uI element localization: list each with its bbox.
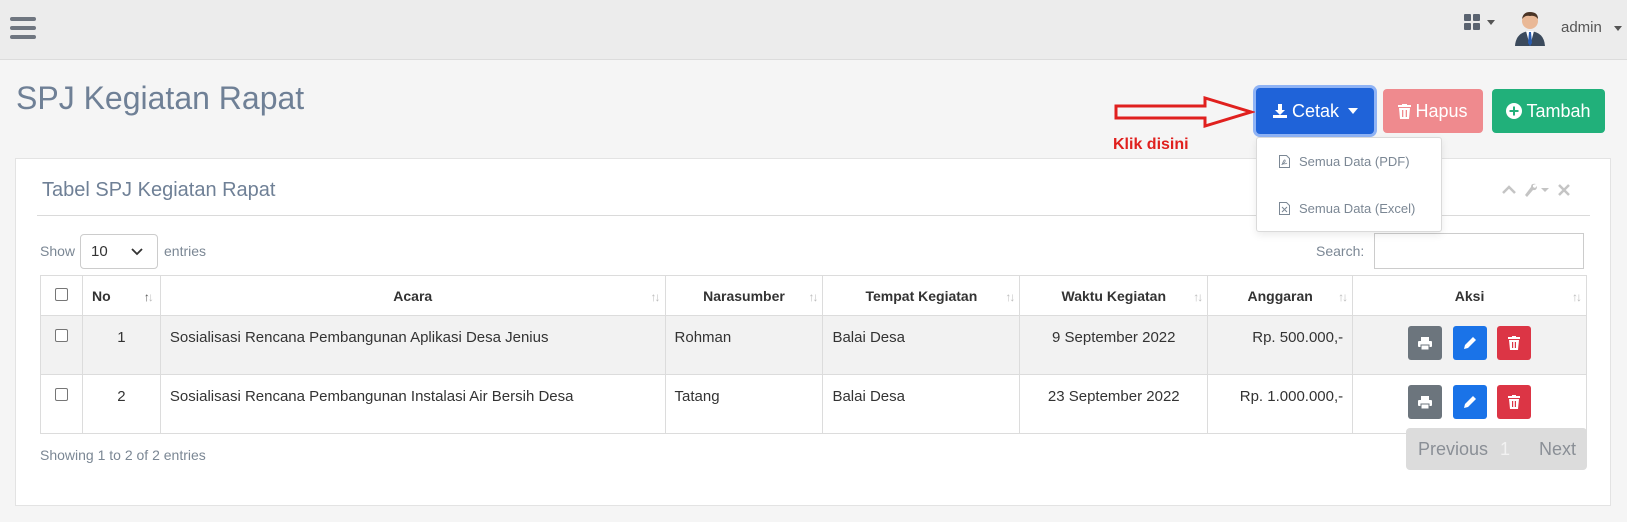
sort-icon: ↑↓ bbox=[808, 290, 818, 304]
edit-button[interactable] bbox=[1452, 385, 1487, 419]
sort-icon: ↑↓ bbox=[1193, 290, 1203, 304]
row-checkbox-cell bbox=[40, 374, 83, 434]
apps-menu-toggle[interactable] bbox=[1464, 14, 1500, 34]
print-icon bbox=[1418, 395, 1433, 409]
file-excel-icon bbox=[1279, 201, 1290, 215]
select-all-header bbox=[40, 275, 83, 316]
download-icon bbox=[1272, 103, 1288, 119]
chevron-down-icon bbox=[1614, 26, 1622, 31]
wrench-icon[interactable] bbox=[1524, 182, 1550, 198]
cell-acara: Sosialisasi Rencana Pembangunan Instalas… bbox=[159, 374, 666, 434]
pagination-previous[interactable]: Previous bbox=[1418, 439, 1488, 460]
row-checkbox[interactable] bbox=[54, 329, 68, 342]
hapus-button[interactable]: Hapus bbox=[1383, 89, 1483, 133]
pagination-next[interactable]: Next bbox=[1539, 439, 1576, 460]
cell-no: 2 bbox=[81, 374, 161, 434]
user-name: admin bbox=[1561, 19, 1602, 36]
top-navbar: admin bbox=[0, 0, 1627, 60]
dropdown-item-label: Semua Data (Excel) bbox=[1299, 200, 1416, 216]
cetak-button[interactable]: Cetak bbox=[1256, 88, 1374, 134]
print-icon bbox=[1418, 336, 1433, 350]
annotation-text: Klik disini bbox=[1113, 136, 1189, 153]
delete-button[interactable] bbox=[1496, 385, 1531, 419]
column-header-acara[interactable]: Acara ↑↓ bbox=[159, 275, 666, 316]
row-checkbox[interactable] bbox=[54, 388, 68, 401]
delete-button[interactable] bbox=[1496, 326, 1531, 360]
column-header-narasumber[interactable]: Narasumber ↑↓ bbox=[664, 275, 824, 316]
column-header-aksi[interactable]: Aksi ↑↓ bbox=[1352, 275, 1587, 316]
table-row: 2 Sosialisasi Rencana Pembangunan Instal… bbox=[40, 374, 1587, 434]
trash-icon bbox=[1507, 336, 1520, 350]
table-row: 1 Sosialisasi Rencana Pembangunan Aplika… bbox=[40, 315, 1587, 375]
cell-narasumber: Rohman bbox=[664, 315, 824, 375]
sort-asc-icon: ↑↓ bbox=[143, 290, 154, 304]
select-all-checkbox[interactable] bbox=[54, 287, 68, 301]
page-title: SPJ Kegiatan Rapat bbox=[16, 80, 305, 116]
column-header-tempat[interactable]: Tempat Kegiatan ↑↓ bbox=[822, 275, 1021, 316]
pagination-page[interactable]: 1 bbox=[1500, 439, 1510, 460]
row-checkbox-cell bbox=[40, 315, 83, 375]
pencil-icon bbox=[1463, 396, 1476, 408]
trash-icon bbox=[1398, 103, 1412, 119]
red-arrow-annotation-icon bbox=[1114, 95, 1255, 129]
column-header-waktu[interactable]: Waktu Kegiatan ↑↓ bbox=[1019, 275, 1209, 316]
hapus-label: Hapus bbox=[1415, 100, 1468, 121]
show-label: Show bbox=[40, 243, 76, 259]
search-input[interactable] bbox=[1374, 233, 1584, 269]
pencil-icon bbox=[1463, 337, 1476, 349]
dropdown-item-excel[interactable]: Semua Data (Excel) bbox=[1257, 191, 1441, 225]
print-button[interactable] bbox=[1408, 326, 1443, 360]
apps-grid-icon bbox=[1464, 14, 1480, 30]
page-length-value: 10 bbox=[91, 243, 108, 260]
cetak-dropdown-menu: Semua Data (PDF) Semua Data (Excel) bbox=[1256, 137, 1442, 232]
pagination: Previous 1 Next bbox=[1406, 428, 1587, 470]
sort-icon: ↑↓ bbox=[1005, 290, 1015, 304]
chevron-down-icon bbox=[131, 248, 143, 256]
sort-icon: ↑↓ bbox=[1572, 290, 1582, 304]
table-header-row: No ↑↓ Acara ↑↓ Narasumber ↑↓ Tempat Kegiata… bbox=[40, 275, 1587, 316]
entries-label: entries bbox=[164, 243, 207, 259]
tambah-button[interactable]: Tambah bbox=[1492, 89, 1605, 133]
cell-narasumber: Tatang bbox=[664, 374, 824, 434]
cell-anggaran: Rp. 1.000.000,- bbox=[1207, 374, 1354, 434]
cell-anggaran: Rp. 500.000,- bbox=[1207, 315, 1354, 375]
cell-waktu: 9 September 2022 bbox=[1019, 315, 1209, 375]
spj-table: No ↑↓ Acara ↑↓ Narasumber ↑↓ Tempat Kegiata… bbox=[40, 275, 1587, 434]
dropdown-item-pdf[interactable]: Semua Data (PDF) bbox=[1257, 144, 1441, 178]
panel-title: Tabel SPJ Kegiatan Rapat bbox=[42, 179, 276, 201]
plus-circle-icon bbox=[1506, 103, 1523, 119]
cetak-label: Cetak bbox=[1291, 100, 1340, 121]
trash-icon bbox=[1507, 395, 1520, 409]
file-pdf-icon bbox=[1279, 154, 1290, 168]
dropdown-item-label: Semua Data (PDF) bbox=[1299, 153, 1410, 169]
cell-acara: Sosialisasi Rencana Pembangunan Aplikasi… bbox=[159, 315, 666, 375]
column-header-no[interactable]: No ↑↓ bbox=[81, 275, 161, 316]
print-button[interactable] bbox=[1408, 385, 1443, 419]
user-menu[interactable]: admin bbox=[1513, 10, 1623, 50]
cell-waktu: 23 September 2022 bbox=[1019, 374, 1209, 434]
cell-no: 1 bbox=[81, 315, 161, 375]
panel-toolbar bbox=[1502, 179, 1588, 201]
cell-aksi bbox=[1352, 374, 1587, 434]
page-length-select[interactable]: 10 bbox=[80, 234, 158, 269]
sort-icon: ↑↓ bbox=[650, 290, 661, 304]
cell-aksi bbox=[1352, 315, 1587, 375]
chevron-down-icon bbox=[1487, 20, 1495, 25]
chevron-up-icon[interactable] bbox=[1502, 185, 1516, 195]
cell-tempat: Balai Desa bbox=[822, 315, 1021, 375]
avatar bbox=[1515, 12, 1545, 46]
sort-icon: ↑↓ bbox=[1338, 290, 1348, 304]
tambah-label: Tambah bbox=[1526, 100, 1591, 121]
cell-tempat: Balai Desa bbox=[822, 374, 1021, 434]
search-label: Search: bbox=[1316, 243, 1365, 259]
chevron-down-icon bbox=[1348, 108, 1359, 114]
edit-button[interactable] bbox=[1452, 326, 1487, 360]
table-info: Showing 1 to 2 of 2 entries bbox=[40, 447, 206, 463]
column-header-anggaran[interactable]: Anggaran ↑↓ bbox=[1207, 275, 1354, 316]
menu-toggle-icon[interactable] bbox=[10, 17, 36, 39]
close-icon[interactable] bbox=[1558, 184, 1570, 196]
